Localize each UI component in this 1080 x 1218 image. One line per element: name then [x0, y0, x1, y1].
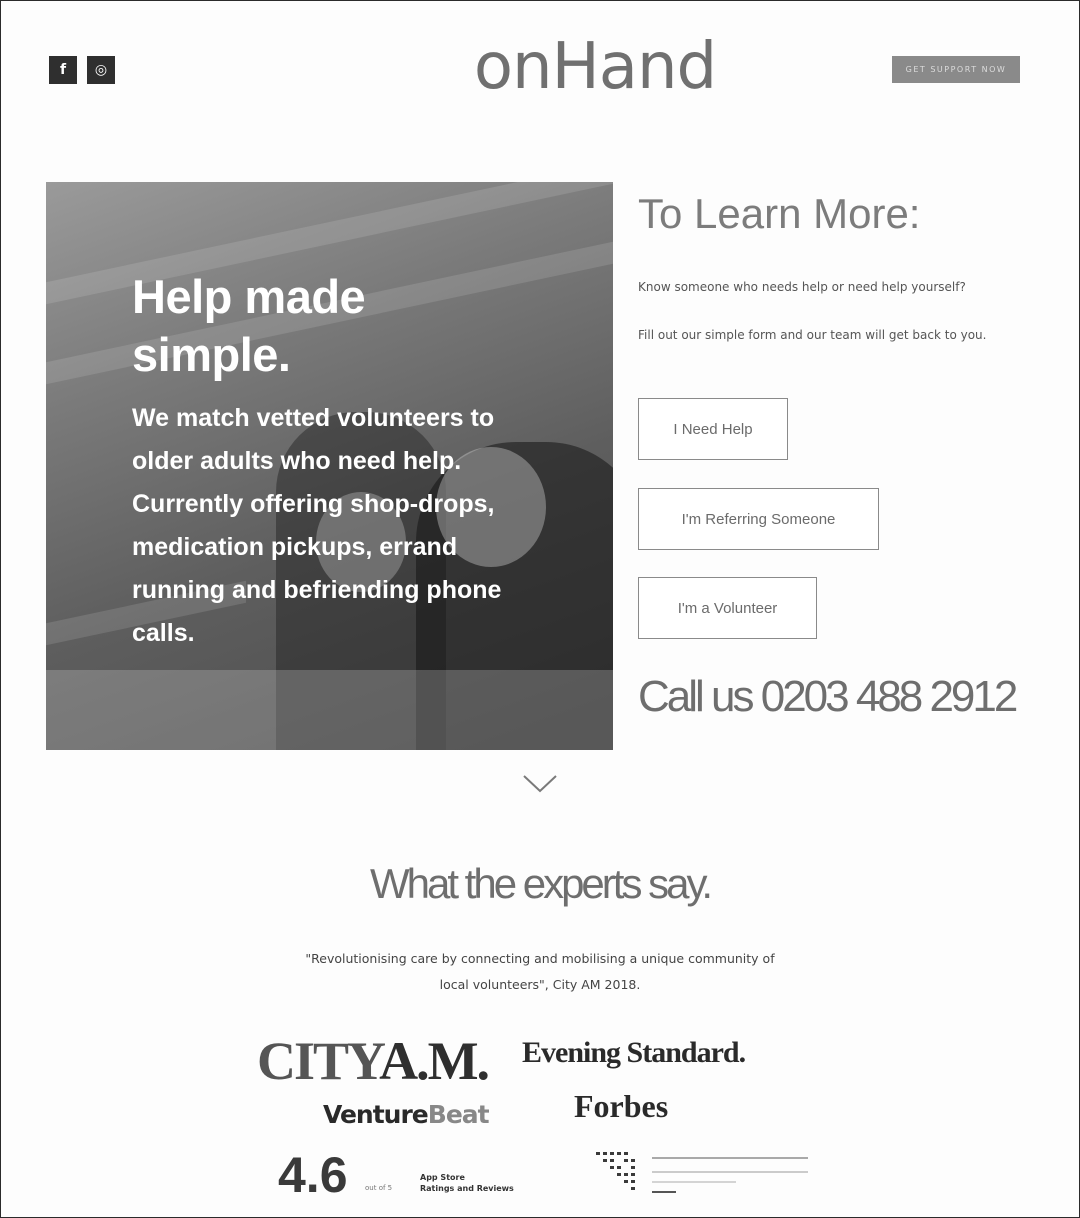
cityam-logo-city: CITY: [257, 1031, 381, 1091]
cityam-logo: CITYA.M.: [257, 1030, 490, 1092]
app-rating-scale: out of 5: [365, 1184, 393, 1192]
venturebeat-logo: VentureBeat: [323, 1100, 490, 1129]
get-support-button[interactable]: GET SUPPORT NOW: [892, 56, 1020, 83]
referring-someone-button[interactable]: I'm Referring Someone: [638, 488, 879, 550]
forbes-logo: Forbes: [574, 1088, 669, 1124]
learn-more-text: Fill out our simple form and our team wi…: [638, 328, 987, 342]
award-badge-icon: [596, 1152, 808, 1193]
need-help-button[interactable]: I Need Help: [638, 398, 788, 460]
quote-text: "Revolutionising care by connecting and …: [305, 951, 775, 992]
venturebeat-logo-a: Venture: [323, 1100, 429, 1129]
app-store-line: Ratings and Reviews: [420, 1184, 514, 1193]
app-store-line: App Store: [420, 1173, 465, 1182]
cityam-logo-am: A.M.: [379, 1031, 490, 1091]
app-store-rating-label: App Store Ratings and Reviews: [420, 1172, 514, 1194]
learn-more-text: Know someone who needs help or need help…: [638, 280, 966, 294]
expert-quote: "Revolutionising care by connecting and …: [300, 946, 780, 998]
phone-number[interactable]: Call us 0203 488 2912: [638, 672, 1018, 722]
hero-title: Help made simple.: [132, 270, 366, 381]
app-rating-value: 4.6: [278, 1147, 348, 1203]
hero-floor: [46, 670, 613, 750]
evening-standard-logo: Evening Standard.: [522, 1036, 746, 1069]
learn-more-heading: To Learn More:: [638, 190, 921, 237]
venturebeat-logo-b: Beat: [427, 1100, 490, 1129]
quote-source: City AM 2018.: [552, 977, 641, 992]
hero-description: We match vetted volunteers to older adul…: [132, 404, 502, 647]
experts-heading: What the experts say.: [369, 860, 713, 907]
volunteer-button[interactable]: I'm a Volunteer: [638, 577, 817, 639]
chevron-down-icon[interactable]: [522, 774, 558, 794]
hero-image: Help made simple. We match vetted volunt…: [46, 182, 613, 750]
